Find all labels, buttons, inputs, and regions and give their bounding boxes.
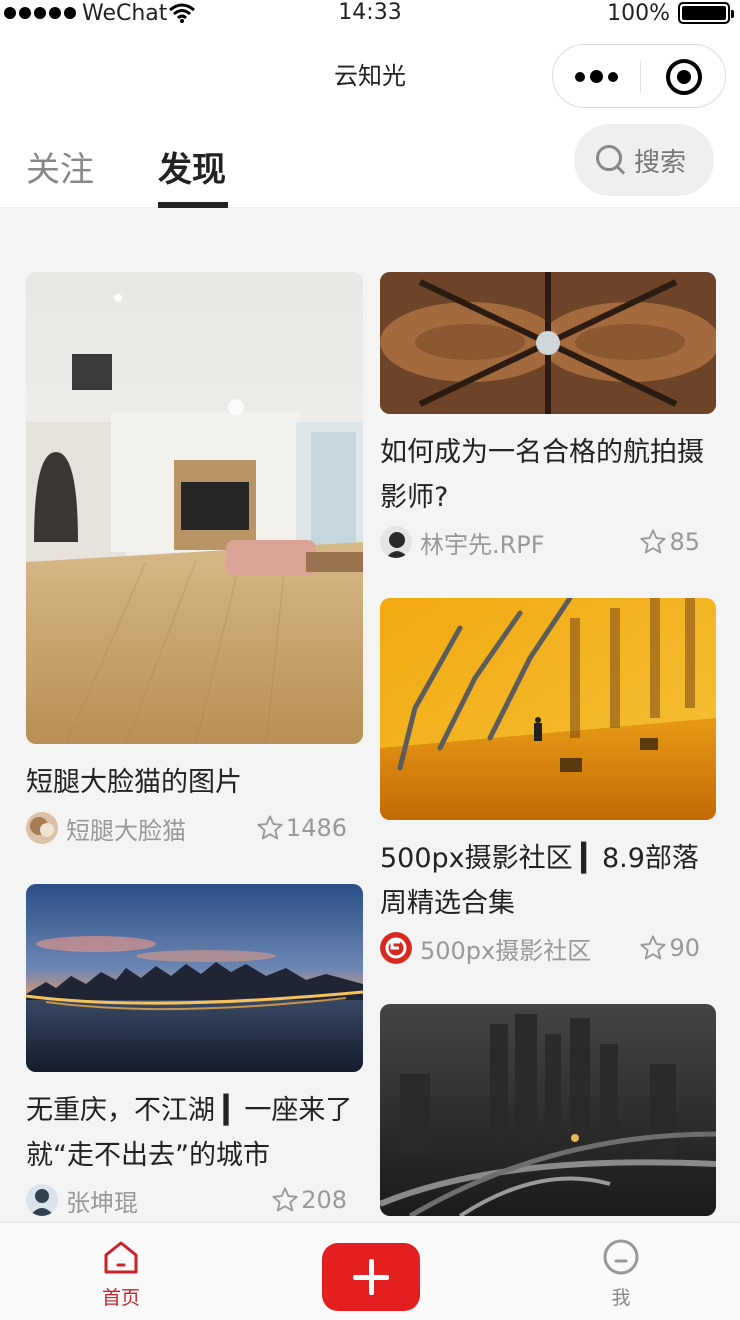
avatar[interactable] — [380, 932, 412, 964]
card-title-line: 无重庆，不江湖 ▎一座来了 — [26, 1095, 353, 1126]
card-title-line: 影师? — [380, 482, 449, 513]
author-name[interactable]: 林宇先.RPF — [420, 525, 545, 560]
mini-program-capsule — [552, 44, 726, 108]
card-title: 无重庆，不江湖 ▎一座来了 就“走不出去”的城市 — [26, 1088, 363, 1178]
like-number: 90 — [669, 934, 700, 962]
like-count[interactable]: 90 — [639, 934, 700, 962]
battery-status: 100% — [607, 0, 734, 26]
status-bar: WeChat 14:33 100% — [0, 0, 740, 28]
feed-card[interactable]: 如何成为一名合格的航拍摄 影师? 林宇先.RPF 85 — [380, 272, 716, 572]
avatar[interactable] — [26, 1184, 58, 1216]
card-image-aerial-pattern — [380, 272, 716, 414]
search-button[interactable]: 搜索 — [574, 124, 714, 196]
like-number: 85 — [669, 528, 700, 556]
card-meta: 短腿大脸猫 1486 — [26, 811, 363, 846]
card-title: 500px摄影社区 ▎8.9部落 周精选合集 — [380, 836, 716, 926]
card-title-line: 如何成为一名合格的航拍摄 — [380, 437, 704, 468]
avatar[interactable] — [26, 812, 58, 844]
feed-card[interactable]: 短腿大脸猫的图片 短腿大脸猫 1486 — [26, 272, 363, 852]
card-title-line: 周精选合集 — [380, 888, 515, 919]
battery-icon — [678, 2, 734, 24]
star-icon — [257, 815, 283, 840]
feed-card[interactable]: 500px摄影社区 ▎8.9部落 周精选合集 500px摄影社区 90 — [380, 598, 716, 970]
bottom-tab-bar: 首页 我 — [0, 1222, 740, 1320]
card-image-city-skyline — [26, 884, 363, 1072]
tab-discover[interactable]: 发现 — [158, 142, 226, 191]
card-title-line: 就“走不出去”的城市 — [26, 1140, 270, 1171]
like-number: 208 — [301, 1186, 347, 1214]
card-image-night-city — [380, 1004, 716, 1216]
tab-me[interactable]: 我 — [581, 1233, 661, 1310]
profile-icon — [603, 1239, 639, 1275]
navigation-bar: 云知光 — [0, 28, 740, 120]
feed-card[interactable] — [380, 1004, 716, 1216]
more-options-icon[interactable] — [575, 70, 618, 83]
like-count[interactable]: 1486 — [256, 814, 347, 842]
tab-follow[interactable]: 关注 — [26, 142, 94, 191]
like-count[interactable]: 208 — [271, 1186, 347, 1214]
close-mini-program-icon[interactable] — [666, 59, 702, 95]
search-label: 搜索 — [634, 147, 687, 178]
star-icon — [640, 935, 667, 960]
add-post-button[interactable] — [322, 1243, 420, 1311]
star-icon — [272, 1187, 298, 1212]
capsule-divider — [640, 61, 641, 93]
card-title: 如何成为一名合格的航拍摄 影师? — [380, 430, 716, 520]
card-meta: 林宇先.RPF 85 — [380, 525, 716, 560]
tab-home[interactable]: 首页 — [81, 1233, 161, 1310]
card-image-forks — [380, 598, 716, 820]
feed-tabs: 关注 发现 搜索 — [0, 120, 740, 208]
author-name[interactable]: 张坤琨 — [66, 1183, 138, 1218]
author-name[interactable]: 500px摄影社区 — [420, 931, 591, 966]
tab-active-indicator — [158, 202, 228, 208]
tab-me-label: 我 — [611, 1287, 631, 1309]
card-title-line: 500px摄影社区 ▎8.9部落 — [380, 843, 699, 874]
card-image-living-room — [26, 272, 363, 744]
avatar[interactable] — [380, 526, 412, 558]
battery-percent: 100% — [607, 0, 670, 26]
feed-card[interactable]: 无重庆，不江湖 ▎一座来了 就“走不出去”的城市 张坤琨 208 — [26, 884, 363, 1218]
like-count[interactable]: 85 — [639, 528, 700, 556]
author-name[interactable]: 短腿大脸猫 — [66, 811, 186, 846]
tab-home-label: 首页 — [101, 1287, 140, 1309]
card-meta: 500px摄影社区 90 — [380, 931, 716, 966]
card-title: 短腿大脸猫的图片 — [26, 767, 242, 798]
like-number: 1486 — [285, 814, 347, 842]
card-meta: 张坤琨 208 — [26, 1183, 363, 1218]
search-icon — [596, 145, 626, 175]
star-icon — [640, 529, 667, 554]
home-icon — [104, 1241, 138, 1274]
